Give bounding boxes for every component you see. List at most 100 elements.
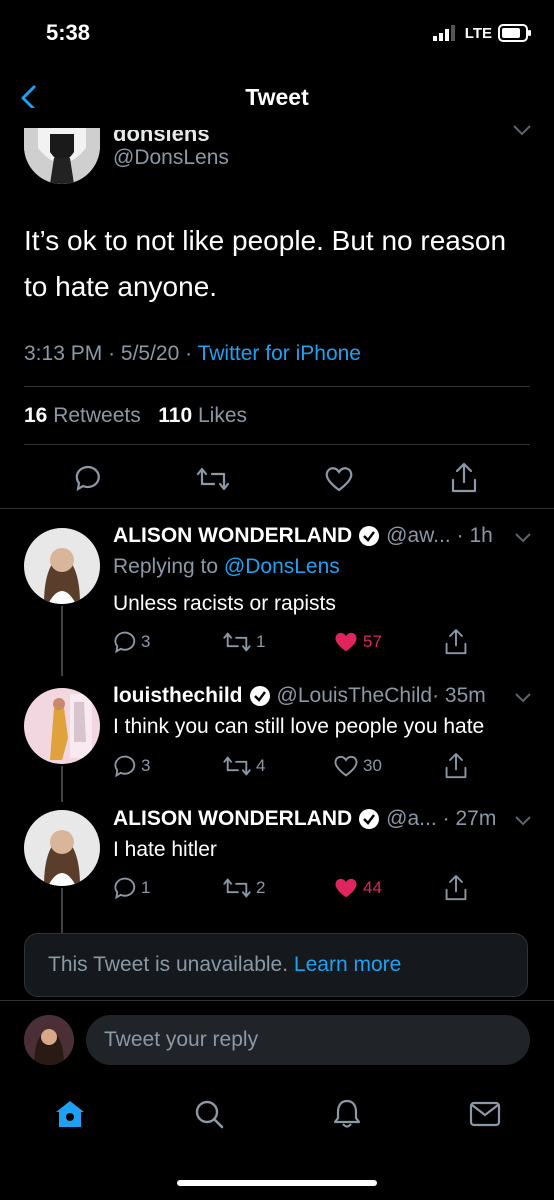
reply-avatar[interactable] [24,688,100,764]
share-icon [445,875,467,901]
status-time: 5:38 [46,20,91,45]
reply-reply-button[interactable]: 3 [113,630,150,654]
reply-time: · 35m [432,684,486,707]
share-icon [451,462,477,493]
reply-reply-button[interactable]: 1 [113,876,150,900]
tweet-options-button[interactable] [512,124,532,136]
like-button[interactable] [324,465,354,493]
reply-header: louisthechild @LouisTheChild · 35m [113,684,486,708]
search-icon [195,1100,223,1129]
unavailable-tweet-card: This Tweet is unavailable. Learn more [24,933,528,997]
thread-line [61,606,63,676]
reply-options-button[interactable] [514,815,532,827]
reply-icon [114,877,136,900]
reply-retweet-button[interactable]: 2 [222,877,265,899]
reply-time: · 1h [456,524,493,547]
reply-button[interactable] [74,464,102,492]
reply-author-name[interactable]: ALISON WONDERLAND [113,807,352,831]
chevron-down-icon [515,693,531,703]
tweet-meta: 3:13 PM · 5/5/20 · Twitter for iPhone [24,342,361,365]
share-icon [445,753,467,779]
tweet-time: 3:13 PM [24,342,103,365]
retweet-count: 4 [256,756,266,775]
chevron-down-icon [515,533,531,543]
reply-count: 3 [141,756,151,775]
verified-badge-icon [359,809,380,829]
tweet-date: 5/5/20 [120,342,180,365]
reply-icon [114,631,136,654]
reply-avatar[interactable] [24,528,100,604]
status-indicators: LTE [432,24,532,42]
main-tweet-handle[interactable]: @DonsLens [113,146,229,170]
divider [24,386,530,387]
likes-stat[interactable]: 110 Likes [158,404,247,427]
reply-time: · 27m [442,807,497,830]
tab-notifications[interactable] [332,1098,362,1130]
reply-count: 1 [141,878,151,897]
tab-search[interactable] [193,1098,225,1130]
current-user-avatar[interactable] [24,1015,74,1065]
reply-share-button[interactable] [444,874,468,902]
replying-prefix: Replying to [113,555,219,578]
reply-retweet-button[interactable]: 4 [222,755,265,777]
reply-text: Unless racists or rapists [113,592,336,615]
avatar-image [24,128,100,184]
reply-like-button[interactable]: 30 [333,754,382,778]
divider [24,444,530,445]
like-count: 57 [363,632,382,651]
likes-count: 110 [158,404,193,427]
reply-retweet-button[interactable]: 1 [222,631,265,653]
tweet-stats: 16 Retweets 110 Likes [24,404,247,428]
reply-text: I hate hitler [113,838,217,861]
chevron-down-icon [513,125,531,136]
tweet-source-link[interactable]: Twitter for iPhone [198,342,361,365]
reply-author-handle[interactable]: @LouisTheChild [277,684,433,708]
tweet-reply-input[interactable] [86,1015,530,1065]
reply-avatar[interactable] [24,810,100,886]
share-button[interactable] [450,462,478,494]
reply-author-name[interactable]: ALISON WONDERLAND [113,524,352,548]
reply-author-handle[interactable]: @a... [386,807,437,831]
reply-author-name[interactable]: louisthechild [113,684,243,708]
tab-home[interactable] [54,1099,86,1129]
main-tweet-avatar[interactable] [24,128,100,184]
reply-like-button[interactable]: 44 [333,876,382,900]
home-indicator[interactable] [177,1180,377,1186]
reply-icon [114,755,136,778]
tab-messages[interactable] [469,1101,501,1127]
reply-text: I think you can still love people you ha… [113,715,485,738]
network-label: LTE [464,24,492,42]
learn-more-link[interactable]: Learn more [294,953,401,977]
reply-share-button[interactable] [444,752,468,780]
reply-share-button[interactable] [444,628,468,656]
avatar-image [24,810,100,886]
retweets-stat[interactable]: 16 Retweets [24,404,141,427]
header-mask [0,108,554,130]
notifications-icon [333,1099,360,1128]
replying-to: Replying to @DonsLens [113,555,340,579]
reply-author-handle[interactable]: @aw... [386,524,451,548]
messages-icon [469,1101,500,1127]
thread-line [61,766,63,802]
main-tweet-text: It’s ok to not like people. But no reaso… [24,225,507,302]
retweet-button[interactable] [196,466,230,492]
reply-icon [75,465,100,492]
like-count: 44 [363,878,382,897]
replying-to-handle[interactable]: @DonsLens [224,555,340,578]
reply-options-button[interactable] [514,532,532,544]
avatar-image [24,688,100,764]
battery-icon [498,24,531,42]
heart-icon [325,467,353,492]
signal-icon [432,25,455,41]
divider [0,508,554,509]
reply-like-button[interactable]: 57 [333,630,382,654]
heart-filled-icon [335,632,357,652]
chevron-down-icon [515,816,531,826]
unavailable-text: This Tweet is unavailable. [48,953,289,976]
retweets-label: Retweets [53,404,141,427]
retweet-count: 1 [256,632,266,651]
home-icon [55,1101,84,1127]
reply-options-button[interactable] [514,692,532,704]
share-icon [445,629,467,655]
reply-reply-button[interactable]: 3 [113,754,150,778]
